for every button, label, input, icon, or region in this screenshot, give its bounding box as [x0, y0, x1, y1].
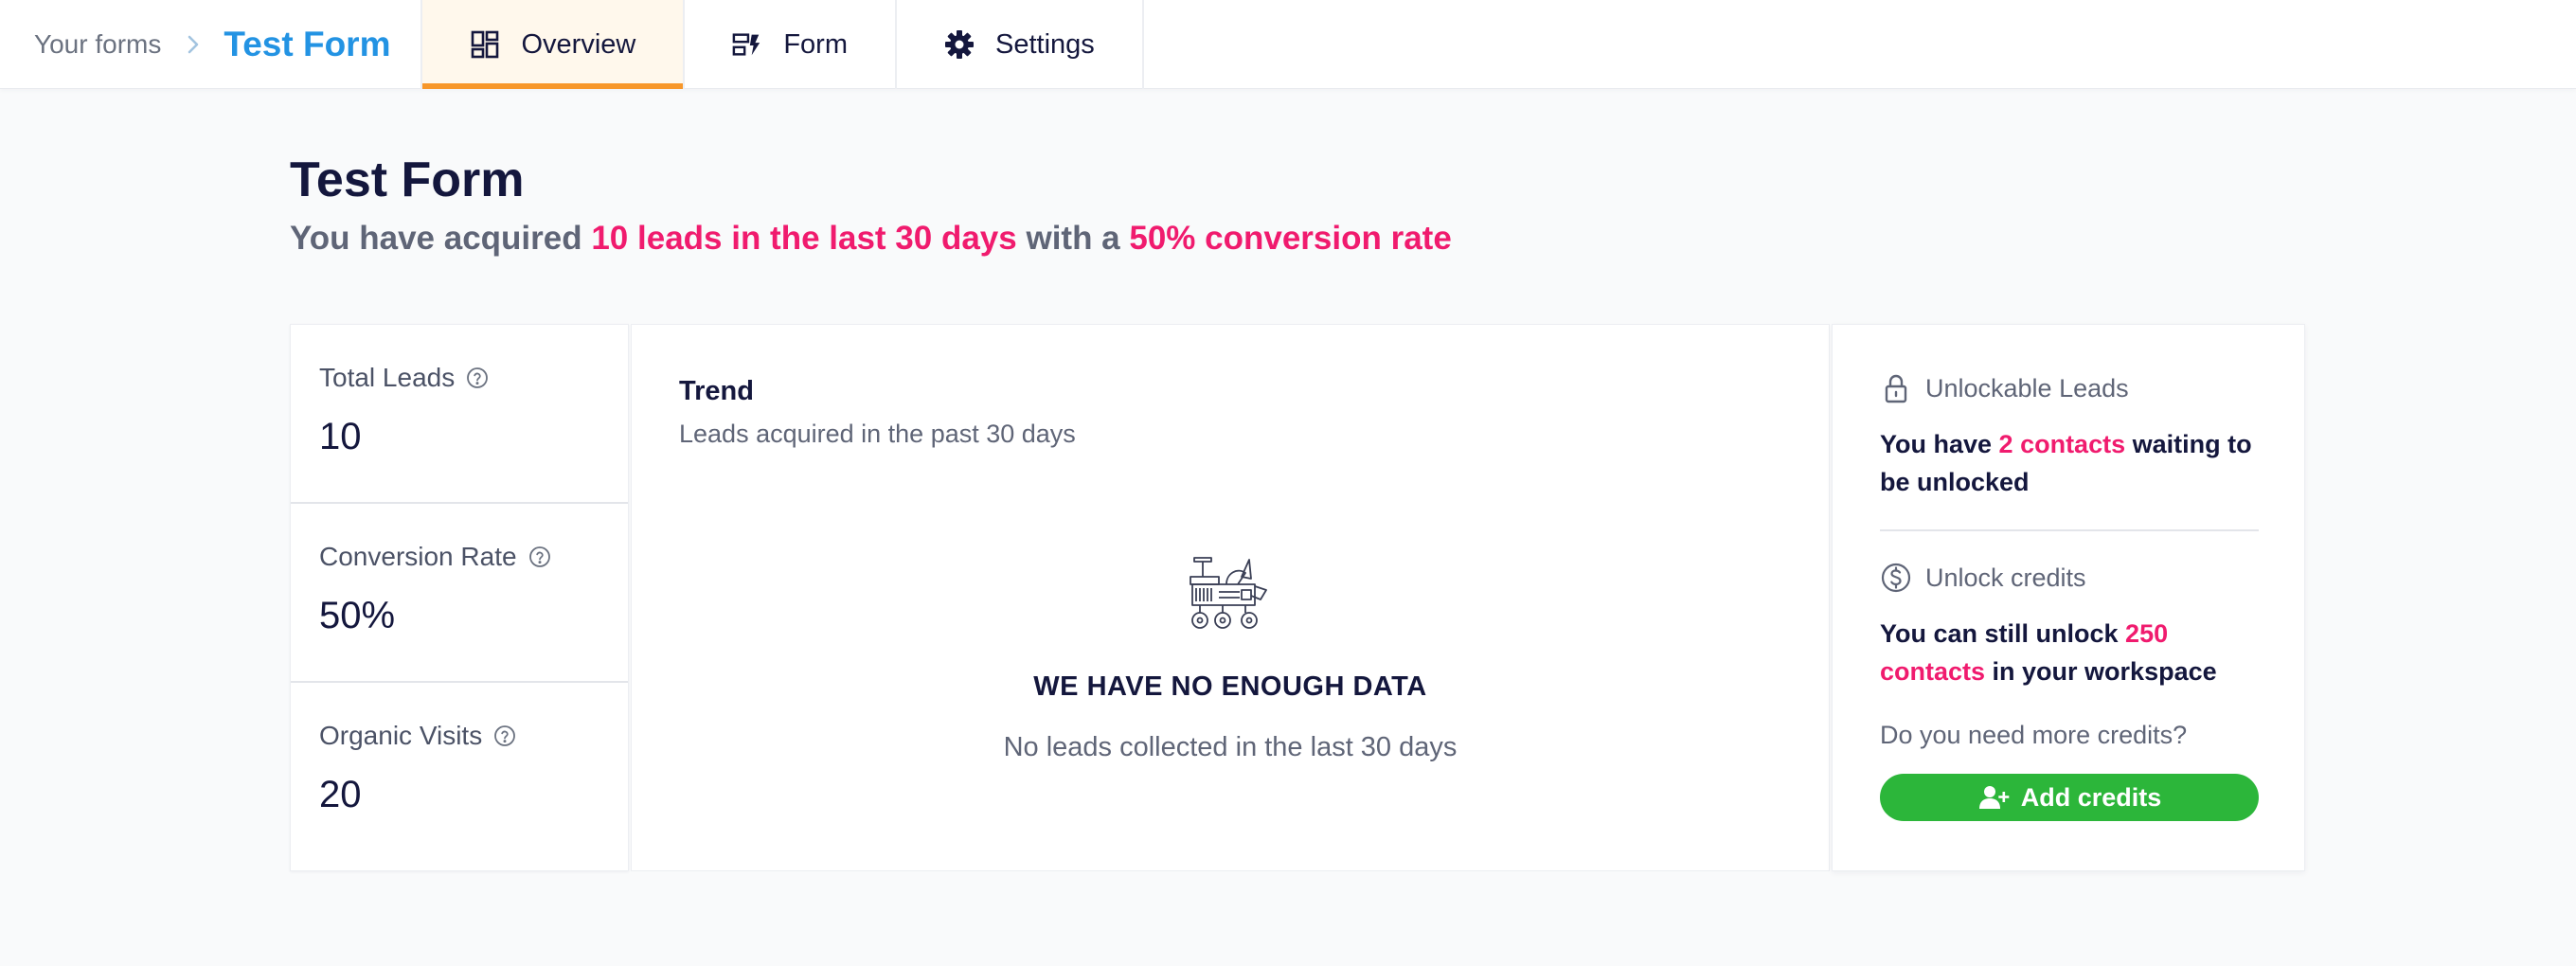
- stat-value: 50%: [319, 595, 396, 636]
- summary-mid: with a: [1016, 220, 1130, 257]
- lock-icon: [1880, 372, 1912, 404]
- contacts-highlight: 2 contacts: [1998, 430, 2126, 458]
- text-prefix: You have: [1880, 430, 1999, 458]
- rover-icon: [1185, 550, 1279, 645]
- divider: [1880, 529, 2259, 531]
- page-title: Test Form: [290, 152, 525, 207]
- unlock-credits-header: Unlock credits: [1880, 562, 2086, 594]
- help-icon[interactable]: [528, 546, 551, 568]
- trend-title: Trend: [679, 376, 754, 406]
- unlockable-leads-card: Unlockable Leads You have 2 contacts wai…: [1832, 324, 2305, 871]
- summary-leads-highlight: 10 leads in the last 30 days: [591, 220, 1017, 257]
- stat-label: Organic Visits: [319, 721, 483, 750]
- trend-card: Trend Leads acquired in the past 30 days…: [631, 324, 1830, 871]
- top-navigation-bar: Your forms Test Form Overview Form Setti…: [0, 0, 2576, 89]
- tab-label: Overview: [521, 28, 636, 60]
- unlockable-leads-title: Unlockable Leads: [1925, 373, 2129, 402]
- tab-form[interactable]: Form: [683, 0, 895, 89]
- tab-label: Settings: [995, 28, 1095, 60]
- unlock-credits-title: Unlock credits: [1925, 563, 2086, 592]
- trend-subtitle: Leads acquired in the past 30 days: [679, 420, 1076, 448]
- stat-conversion-rate: Conversion Rate 50%: [291, 504, 628, 683]
- page-summary: You have acquired 10 leads in the last 3…: [290, 220, 1452, 258]
- add-credits-label: Add credits: [2020, 782, 2162, 812]
- empty-state-subtitle: No leads collected in the last 30 days: [1003, 732, 1458, 762]
- tab-label: Form: [783, 28, 849, 60]
- summary-prefix: You have acquired: [290, 220, 592, 257]
- help-icon[interactable]: [493, 724, 516, 747]
- unlockable-leads-text: You have 2 contacts waiting to be unlock…: [1880, 425, 2268, 501]
- chevron-right-icon: [186, 33, 201, 56]
- stat-organic-visits: Organic Visits 20: [291, 683, 628, 862]
- help-icon[interactable]: [466, 367, 489, 389]
- unlockable-leads-header: Unlockable Leads: [1880, 372, 2129, 404]
- add-credits-button[interactable]: Add credits: [1880, 774, 2259, 821]
- breadcrumb-your-forms-link[interactable]: Your forms: [34, 29, 161, 60]
- stat-value: 10: [319, 416, 362, 457]
- text-suffix: in your workspace: [1985, 657, 2217, 686]
- summary-rate-highlight: 50% conversion rate: [1129, 220, 1452, 257]
- text-prefix: You can still unlock: [1880, 619, 2126, 648]
- dashboard-icon: [470, 29, 500, 60]
- gear-icon: [944, 29, 975, 60]
- unlock-credits-text: You can still unlock 250 contacts in you…: [1880, 615, 2268, 690]
- stat-total-leads: Total Leads 10: [291, 325, 628, 504]
- form-fields-icon: [732, 29, 762, 60]
- dollar-coin-icon: [1880, 562, 1912, 594]
- need-more-credits-text: Do you need more credits?: [1880, 721, 2188, 749]
- breadcrumb: Your forms Test Form: [0, 0, 420, 89]
- tab-overview[interactable]: Overview: [420, 0, 684, 89]
- add-user-icon: [1977, 783, 2010, 812]
- stat-value: 20: [319, 774, 362, 815]
- stats-card: Total Leads 10 Conversion Rate 50% Organ…: [290, 324, 629, 871]
- stat-label: Conversion Rate: [319, 542, 517, 571]
- tab-settings[interactable]: Settings: [895, 0, 1144, 89]
- empty-state-title: WE HAVE NO ENOUGH DATA: [1033, 671, 1427, 702]
- stat-label: Total Leads: [319, 363, 456, 392]
- breadcrumb-current-form: Test Form: [224, 25, 391, 63]
